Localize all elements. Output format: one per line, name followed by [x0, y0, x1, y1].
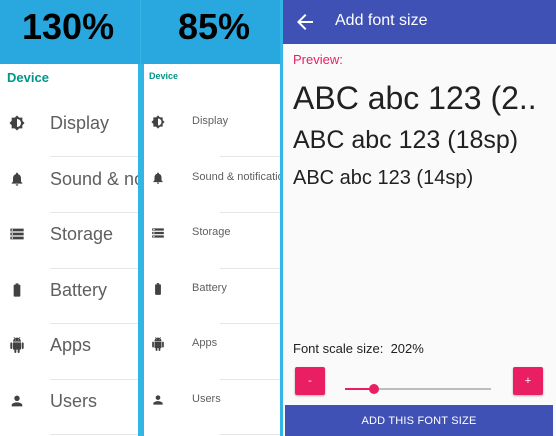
- settings-item-apps[interactable]: Apps: [0, 319, 138, 373]
- settings-item-label: Users: [50, 391, 98, 411]
- preview-text-14sp: ABC abc 123 (14sp): [293, 167, 474, 189]
- person-icon: [151, 393, 165, 407]
- back-arrow-icon[interactable]: [293, 10, 317, 34]
- scale-percent-label: 130%: [22, 6, 115, 47]
- settings-item-label: Battery: [50, 280, 108, 300]
- settings-item-label: Display: [50, 113, 110, 133]
- settings-item-label: Users: [192, 393, 221, 405]
- add-font-size-button[interactable]: ADD THIS FONT SIZE: [285, 405, 553, 436]
- divider: [50, 434, 138, 435]
- settings-item-sound[interactable]: Sound & notification: [0, 153, 138, 207]
- brightness-icon: [151, 115, 165, 129]
- preview-text-18sp: ABC abc 123 (18sp): [293, 126, 519, 154]
- small-scale-panel: 85% Device Display Sound & notification …: [141, 0, 280, 436]
- font-scale-slider[interactable]: [345, 388, 491, 390]
- bell-icon: [9, 171, 25, 187]
- settings-item-users[interactable]: Users: [144, 375, 280, 429]
- increase-button[interactable]: +: [513, 367, 543, 395]
- battery-icon: [151, 282, 165, 296]
- settings-item-label: Display: [192, 115, 229, 127]
- settings-item-label: Sound & notification: [192, 171, 280, 183]
- settings-item-storage[interactable]: Storage: [0, 208, 138, 262]
- font-scale-label: Font scale size:: [293, 341, 384, 356]
- settings-item-users[interactable]: Users: [0, 375, 138, 429]
- app-bar-title: Add font size: [335, 12, 428, 29]
- settings-item-sound[interactable]: Sound & notification: [144, 153, 280, 207]
- large-scale-panel: 130% Device Display Sound & notification…: [0, 0, 140, 436]
- settings-list: Device Display Sound & notification Stor…: [0, 64, 138, 436]
- section-header: Device: [149, 71, 179, 81]
- bell-icon: [151, 171, 165, 185]
- slider-thumb[interactable]: [369, 384, 380, 394]
- decrease-button[interactable]: -: [295, 367, 325, 395]
- brightness-icon: [9, 115, 25, 131]
- storage-icon: [151, 226, 165, 240]
- settings-item-display[interactable]: Display: [144, 97, 280, 151]
- settings-item-storage[interactable]: Storage: [144, 208, 280, 262]
- font-scale-readout: Font scale size: 202%: [293, 341, 424, 356]
- settings-item-display[interactable]: Display: [0, 97, 138, 151]
- person-icon: [9, 393, 25, 409]
- settings-item-label: Apps: [192, 337, 218, 349]
- settings-item-battery[interactable]: Battery: [144, 264, 280, 318]
- preview-label: Preview:: [293, 52, 343, 67]
- preview-text-large: ABC abc 123 (2..: [293, 80, 537, 116]
- settings-item-label: Storage: [192, 226, 231, 238]
- divider: [220, 434, 280, 435]
- settings-list: Device Display Sound & notification Stor…: [144, 64, 280, 436]
- settings-item-label: Storage: [50, 224, 114, 244]
- settings-item-label: Apps: [50, 335, 92, 355]
- add-font-size-screen: Add font size Preview: ABC abc 123 (2.. …: [283, 0, 556, 436]
- settings-item-battery[interactable]: Battery: [0, 264, 138, 318]
- storage-icon: [9, 226, 25, 242]
- battery-icon: [9, 282, 25, 298]
- settings-item-label: Battery: [192, 282, 227, 294]
- settings-item-label: Sound & notification: [50, 169, 138, 189]
- settings-item-apps[interactable]: Apps: [144, 319, 280, 373]
- section-header: Device: [7, 70, 49, 85]
- android-icon: [151, 337, 165, 351]
- font-scale-value: 202%: [390, 341, 424, 356]
- app-bar: Add font size: [283, 0, 556, 44]
- scale-percent-label: 85%: [178, 6, 251, 47]
- android-icon: [9, 337, 25, 353]
